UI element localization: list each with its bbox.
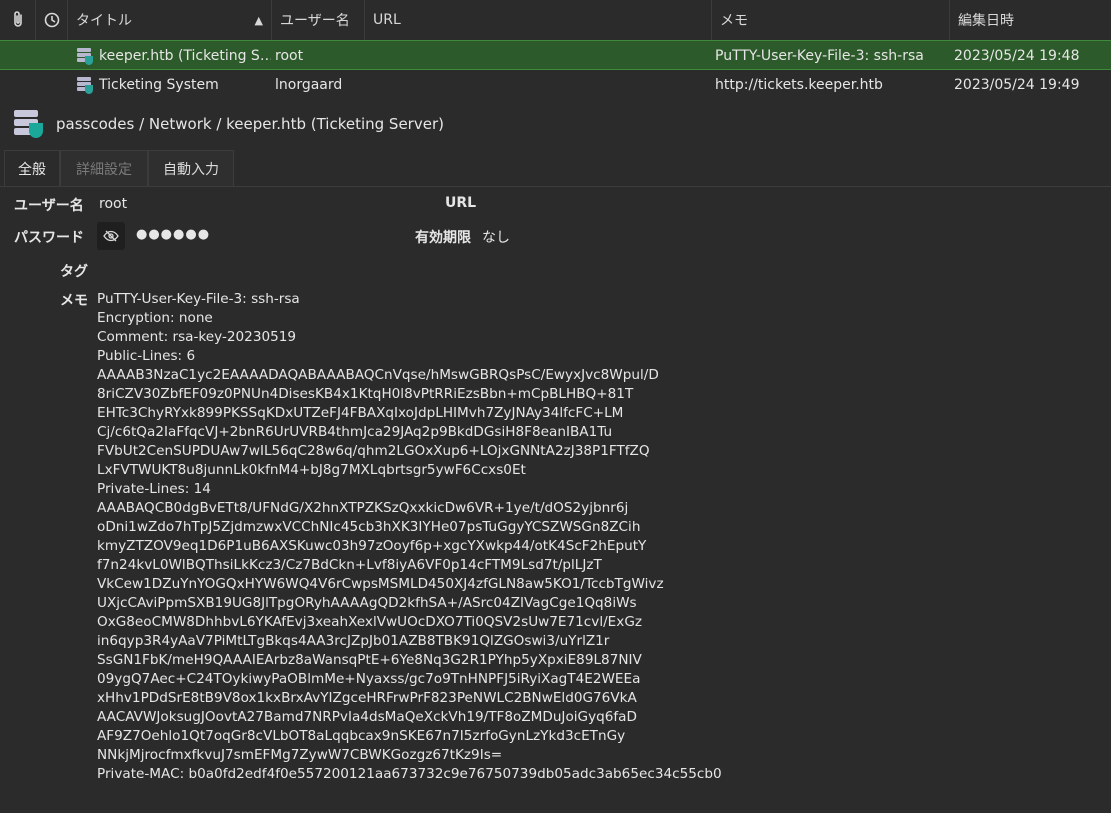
notes-line: oDni1wZdo7hTpJ5ZjdmzwxVCChNIc45cb3hXK3IY… [97, 519, 641, 535]
notes-line: EHTc3ChyRYxk899PKSSqKDxUTZeFJ4FBAXqIxoJd… [97, 405, 624, 421]
column-username-label: ユーザー名 [280, 13, 350, 29]
row-modified: 2023/05/24 19:49 [954, 77, 1080, 93]
notes-line: Private-Lines: 14 [97, 481, 211, 497]
notes-line: AACAVWJoksugJOovtA27Bamd7NRPvIa4dsMaQeXc… [97, 709, 637, 725]
password-label: パスワード [14, 230, 84, 246]
row-username: lnorgaard [275, 77, 343, 93]
entry-icon [12, 109, 43, 139]
tab-general[interactable]: 全般 [4, 150, 60, 186]
notes-line: OxG8eoCMW8DhhbvL6YKAfEvj3xeahXexlVwUOcDX… [97, 614, 642, 630]
clock-icon [44, 12, 59, 28]
expires-value: なし [482, 230, 510, 246]
column-notes-label: メモ [720, 13, 748, 29]
tags-label: タグ [60, 264, 88, 280]
row-title: Ticketing System [77, 70, 271, 100]
notes-line: in6qyp3R4yAaV7PiMtLTgBkqs4AA3rcJZpJb01AZ… [97, 633, 610, 649]
tab-autotype[interactable]: 自動入力 [148, 150, 234, 186]
eye-slash-icon [103, 230, 119, 242]
column-notes[interactable]: メモ [712, 0, 950, 40]
notes-line: LxFVTWUKT8u8junnLk0kfnM4+bJ8g7MXLqbrtsgr… [97, 462, 526, 478]
notes-line: Public-Lines: 6 [97, 348, 196, 364]
row-modified: 2023/05/24 19:48 [954, 48, 1080, 64]
tab-advanced[interactable]: 詳細設定 [60, 150, 148, 186]
column-expiry[interactable] [36, 0, 68, 40]
column-username[interactable]: ユーザー名 [272, 0, 365, 40]
url-label: URL [445, 195, 477, 211]
notes-content[interactable]: PuTTY-User-Key-File-3: ssh-rsa Encryption… [97, 290, 1097, 784]
notes-line: SsGN1FbK/meH9QAAAIEArbz8aWansqPtE+6Ye8Nq… [97, 652, 642, 668]
notes-line: 8riCZV30ZbfEF09z0PNUn4DisesKB4x1KtqH0l8v… [97, 386, 634, 402]
breadcrumb: passcodes / Network / keeper.htb (Ticket… [12, 108, 444, 140]
entry-icon [77, 48, 93, 65]
notes-line: xHhv1PDdSrE8tB9V8ox1kxBrxAvYIZgceHRFrwPr… [97, 690, 637, 706]
password-value[interactable]: ●●●●●● [136, 227, 210, 242]
table-row[interactable]: Ticketing System lnorgaard http://ticket… [0, 70, 1111, 100]
username-value[interactable]: root [99, 196, 127, 212]
notes-line: AAABAQCB0dgBvETt8/UFNdG/X2hnXTPZKSzQxxki… [97, 500, 629, 516]
column-modified-label: 編集日時 [958, 13, 1014, 29]
row-username: root [275, 48, 304, 64]
column-title-label: タイトル [76, 13, 132, 29]
column-modified[interactable]: 編集日時 [950, 0, 1111, 40]
notes-line: 09ygQ7Aec+C24TOykiwyPaOBlmMe+Nyaxss/gc7o… [97, 671, 641, 687]
row-title: keeper.htb (Ticketing S… [77, 41, 271, 71]
notes-line: UXjcCAviPpmSXB19UG8JlTpgORyhAAAAgQD2kfhS… [97, 595, 637, 611]
notes-line: PuTTY-User-Key-File-3: ssh-rsa [97, 291, 300, 307]
notes-line: VkCew1DZuYnYOGQxHYW6WQ4V6rCwpsMSMLD450XJ… [97, 576, 664, 592]
notes-line: Private-MAC: b0a0fd2edf4f0e557200121aa67… [97, 766, 722, 782]
notes-line: f7n24kvL0WlBQThsiLkKcz3/Cz7BdCkn+Lvf8iyA… [97, 557, 602, 573]
notes-line: Encryption: none [97, 310, 213, 326]
entry-table-header: タイトル ▲ ユーザー名 URL メモ 編集日時 [0, 0, 1111, 41]
username-label: ユーザー名 [14, 198, 84, 214]
notes-line: NNkjMjrocfmxfkvuJ7smEFMg7ZywW7CBWKGozgz6… [97, 747, 503, 763]
entry-icon [77, 77, 93, 94]
paperclip-icon [13, 11, 22, 27]
column-url-label: URL [373, 12, 401, 28]
notes-line: Comment: rsa-key-20230519 [97, 329, 297, 345]
column-attachments[interactable] [0, 0, 36, 40]
notes-line: Cj/c6tQa2IaFfqcVJ+2bnR6UrUVRB4thmJca29JA… [97, 424, 613, 440]
breadcrumb-text: passcodes / Network / keeper.htb (Ticket… [56, 115, 444, 133]
notes-line: AF9Z7Oehlo1Qt7oqGr8cVLbOT8aLqqbcax9nSKE6… [97, 728, 626, 744]
notes-line: kmyZTZOV9eq1D6P1uB6AXSKuwc03h97zOoyf6p+x… [97, 538, 647, 554]
row-url [368, 41, 708, 71]
notes-line: FVbUt2CenSUPDUAw7wIL56qC28w6q/qhm2LGOxXu… [97, 443, 650, 459]
notes-label: メモ [60, 293, 88, 309]
expires-label: 有効期限 [415, 230, 471, 246]
row-notes: PuTTY-User-Key-File-3: ssh-rsa [715, 48, 924, 64]
column-title[interactable]: タイトル ▲ [68, 0, 272, 40]
table-row[interactable]: keeper.htb (Ticketing S… root PuTTY-User… [0, 40, 1111, 70]
column-url[interactable]: URL [365, 0, 712, 40]
sort-ascending-icon: ▲ [254, 13, 263, 27]
row-url: http://tickets.keeper.htb [715, 77, 883, 93]
toggle-password-button[interactable] [97, 222, 125, 250]
notes-line: AAAAB3NzaC1yc2EAAAADAQABAAABAQCnVqse/hMs… [97, 367, 659, 383]
entry-tabs: 全般 詳細設定 自動入力 [0, 150, 1111, 187]
